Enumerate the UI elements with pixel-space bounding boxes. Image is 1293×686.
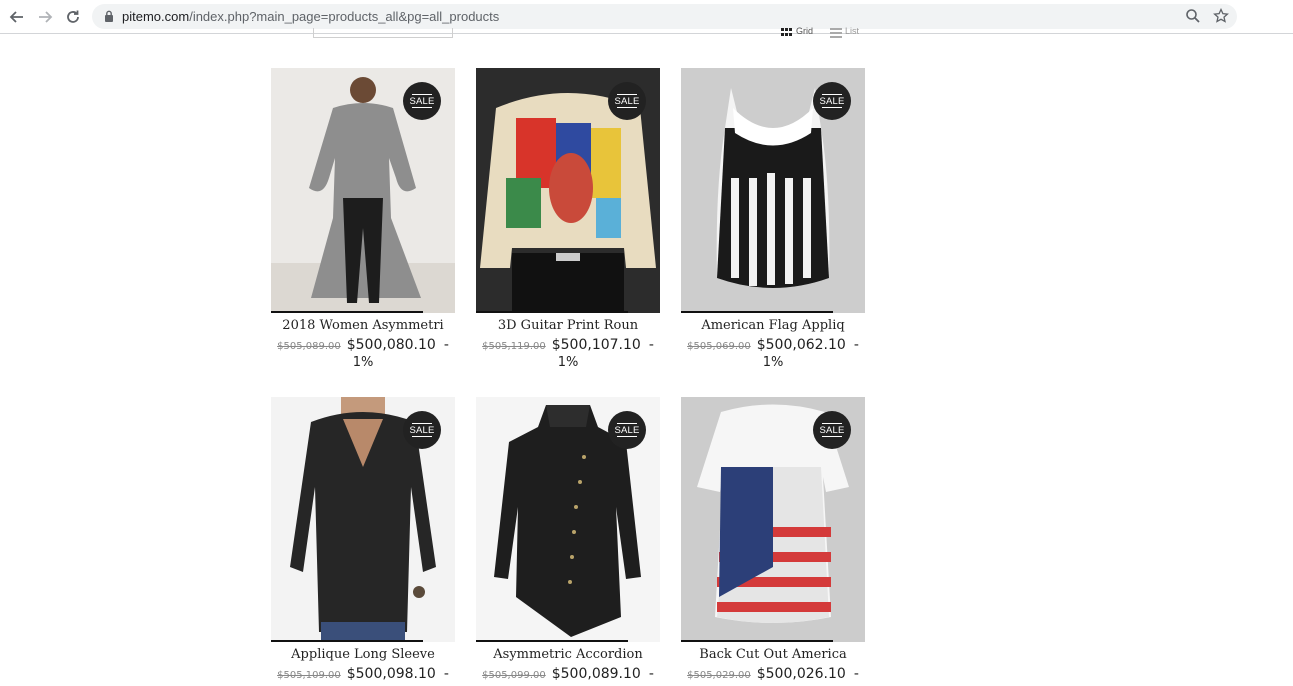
old-price: $505,109.00 (277, 670, 341, 681)
sale-badge: SALE (403, 82, 441, 120)
sale-badge: SALE (608, 411, 646, 449)
old-price: $505,089.00 (277, 341, 341, 352)
card-underline (476, 640, 628, 642)
old-price: $505,069.00 (687, 341, 751, 352)
card-underline (681, 640, 833, 642)
current-price: $500,089.10 (551, 666, 641, 682)
product-card[interactable]: SALE American Flag Appliq $505,069.00 $50… (681, 68, 865, 370)
reload-button[interactable] (62, 6, 84, 28)
sale-badge: SALE (813, 82, 851, 120)
price-dash: - (443, 666, 449, 682)
grid-icon (781, 28, 792, 36)
arrow-right-icon (39, 11, 53, 23)
address-bar[interactable]: pitemo.com/index.php?main_page=products_… (92, 4, 1237, 29)
price-dash: - (648, 666, 654, 682)
current-price: $500,098.10 (346, 666, 436, 682)
price-dash: - (648, 337, 654, 353)
product-image[interactable]: SALE (681, 397, 865, 642)
browser-toolbar: pitemo.com/index.php?main_page=products_… (0, 0, 1293, 34)
price-dash: - (853, 666, 859, 682)
product-name[interactable]: American Flag Appliq (681, 318, 865, 333)
product-card[interactable]: SALE Asymmetric Accordion $505,099.00 $50… (476, 397, 660, 683)
product-name[interactable]: Back Cut Out America (681, 647, 865, 662)
product-card[interactable]: SALE 3D Guitar Print Roun $505,119.00 $50… (476, 68, 660, 370)
current-price: $500,026.10 (756, 666, 846, 682)
reload-icon (67, 10, 79, 23)
card-underline (681, 311, 833, 313)
discount-percent: 1% (557, 355, 579, 370)
product-image[interactable]: SALE (681, 68, 865, 313)
card-underline (271, 640, 423, 642)
zoom-icon (1186, 9, 1200, 23)
star-icon (1213, 7, 1229, 23)
url-path: /index.php?main_page=products_all&pg=all… (189, 9, 500, 24)
url-text[interactable]: pitemo.com/index.php?main_page=products_… (122, 9, 499, 24)
sale-badge: SALE (403, 411, 441, 449)
product-card[interactable]: SALE 2018 Women Asymmetri $505,089.00 $50… (271, 68, 455, 370)
product-name[interactable]: Asymmetric Accordion (476, 647, 660, 662)
sort-select[interactable] (313, 28, 453, 38)
old-price: $505,119.00 (482, 341, 546, 352)
product-name[interactable]: Applique Long Sleeve (271, 647, 455, 662)
list-view-toggle[interactable]: List (830, 26, 859, 38)
url-host: pitemo.com (122, 9, 190, 24)
price-line: $505,119.00 $500,107.10- (476, 336, 660, 354)
tab-strip-edge (1060, 0, 1238, 2)
list-icon (830, 28, 842, 38)
zoom-button[interactable] (1185, 8, 1203, 26)
old-price: $505,099.00 (482, 670, 546, 681)
product-card[interactable]: SALE Applique Long Sleeve $505,109.00 $50… (271, 397, 455, 683)
product-image[interactable]: SALE (271, 397, 455, 642)
price-dash: - (443, 337, 449, 353)
list-label: List (845, 26, 860, 36)
product-image[interactable]: SALE (271, 68, 455, 313)
sale-badge: SALE (813, 411, 851, 449)
product-image[interactable]: SALE (476, 68, 660, 313)
grid-label: Grid (796, 26, 814, 36)
discount-percent: 1% (352, 355, 374, 370)
discount-percent: 1% (762, 355, 784, 370)
product-name[interactable]: 3D Guitar Print Roun (476, 318, 660, 333)
price-line: $505,029.00 $500,026.10- (681, 665, 865, 683)
product-image[interactable]: SALE (476, 397, 660, 642)
price-line: $505,109.00 $500,098.10- (271, 665, 455, 683)
product-card[interactable]: SALE Back Cut Out America $505,029.00 $50… (681, 397, 865, 683)
lock-icon (105, 10, 113, 22)
back-button[interactable] (6, 6, 28, 28)
forward-button[interactable] (34, 6, 56, 28)
price-dash: - (853, 337, 859, 353)
price-line: $505,099.00 $500,089.10- (476, 665, 660, 683)
current-price: $500,062.10 (756, 337, 846, 353)
grid-view-toggle[interactable]: Grid (781, 26, 813, 38)
sale-badge: SALE (608, 82, 646, 120)
old-price: $505,029.00 (687, 670, 751, 681)
arrow-left-icon (9, 11, 23, 23)
bookmark-button[interactable] (1213, 7, 1231, 26)
price-line: $505,089.00 $500,080.10- (271, 336, 455, 354)
current-price: $500,080.10 (346, 337, 436, 353)
card-underline (476, 311, 628, 313)
price-line: $505,069.00 $500,062.10- (681, 336, 865, 354)
current-price: $500,107.10 (551, 337, 641, 353)
product-name[interactable]: 2018 Women Asymmetri (271, 318, 455, 333)
card-underline (271, 311, 423, 313)
